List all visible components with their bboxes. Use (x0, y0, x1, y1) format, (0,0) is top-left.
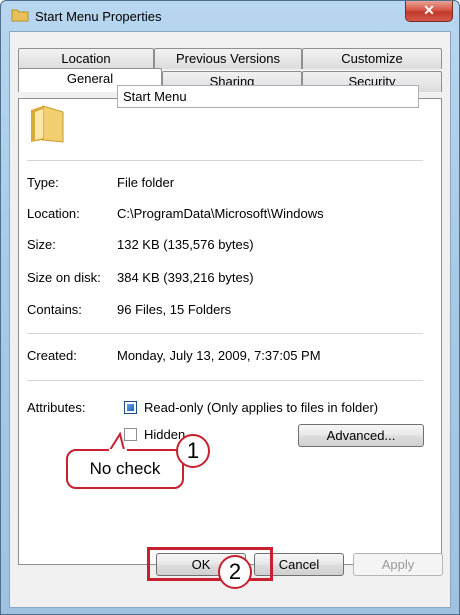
contains-label: Contains: (27, 302, 82, 317)
readonly-label[interactable]: Read-only (Only applies to files in fold… (144, 400, 378, 415)
step-2-badge: 2 (218, 555, 252, 589)
folder-name-input[interactable] (117, 85, 419, 108)
advanced-button[interactable]: Advanced... (298, 424, 424, 447)
size-label: Size: (27, 237, 56, 252)
size-on-disk-label: Size on disk: (27, 270, 101, 285)
location-value: C:\ProgramData\Microsoft\Windows (117, 206, 324, 221)
divider (27, 380, 423, 381)
dialog-body: Location Previous Versions Customize Gen… (9, 31, 451, 608)
divider (27, 160, 423, 161)
cancel-button[interactable]: Cancel (254, 553, 344, 576)
location-label: Location: (27, 206, 80, 221)
step-1-badge: 1 (176, 434, 210, 468)
folder-icon (11, 9, 29, 22)
type-value: File folder (117, 175, 175, 190)
tab-previous-versions[interactable]: Previous Versions (154, 48, 302, 69)
title-bar[interactable]: Start Menu Properties ✕ (1, 1, 459, 31)
attributes-label: Attributes: (27, 400, 86, 415)
size-value: 132 KB (135,576 bytes) (117, 237, 254, 252)
created-value: Monday, July 13, 2009, 7:37:05 PM (117, 348, 321, 363)
type-label: Type: (27, 175, 59, 190)
callout-pointer (108, 432, 127, 452)
contains-value: 96 Files, 15 Folders (117, 302, 232, 317)
window-title: Start Menu Properties (35, 9, 162, 24)
tab-customize[interactable]: Customize (302, 48, 442, 69)
general-panel (18, 98, 442, 565)
large-folder-icon (31, 105, 64, 143)
tab-location[interactable]: Location (18, 48, 154, 69)
readonly-checkbox[interactable] (124, 401, 137, 414)
created-label: Created: (27, 348, 77, 363)
close-button[interactable]: ✕ (405, 1, 453, 22)
size-on-disk-value: 384 KB (393,216 bytes) (117, 270, 254, 285)
apply-button: Apply (353, 553, 443, 576)
divider (27, 333, 423, 334)
no-check-callout: No check (66, 449, 184, 489)
